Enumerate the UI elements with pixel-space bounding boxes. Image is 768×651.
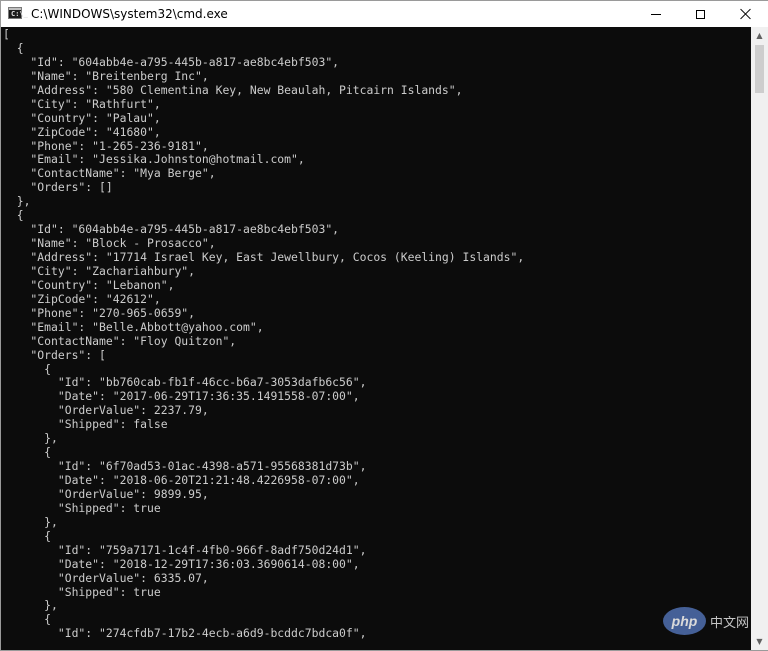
scroll-up-arrow-icon: ▲ — [756, 30, 763, 40]
vertical-scrollbar[interactable]: ▲ ▼ — [751, 27, 768, 650]
php-logo-badge: php — [663, 607, 706, 635]
php-cn-watermark: php 中文网 — [663, 602, 763, 640]
cmd-window: C:\_ C:\WINDOWS\system32\cmd.exe [ { "Id… — [0, 0, 768, 651]
minimize-icon — [650, 13, 661, 15]
minimize-button[interactable] — [633, 1, 678, 27]
maximize-icon — [696, 9, 705, 19]
window-title: C:\WINDOWS\system32\cmd.exe — [31, 7, 228, 21]
watermark-text: 中文网 — [710, 615, 750, 631]
console-output-text: [ { "Id": "604abb4e-a795-445b-a817-ae8bc… — [3, 27, 525, 641]
close-button[interactable] — [723, 1, 768, 27]
close-icon — [740, 8, 752, 20]
maximize-button[interactable] — [678, 1, 723, 27]
title-bar[interactable]: C:\_ C:\WINDOWS\system32\cmd.exe — [1, 1, 768, 27]
scroll-up-button[interactable]: ▲ — [751, 27, 768, 44]
console-icon[interactable]: C:\_ — [8, 7, 28, 19]
console-output-area[interactable]: [ { "Id": "604abb4e-a795-445b-a817-ae8bc… — [1, 27, 751, 650]
scrollbar-thumb[interactable] — [755, 45, 764, 93]
